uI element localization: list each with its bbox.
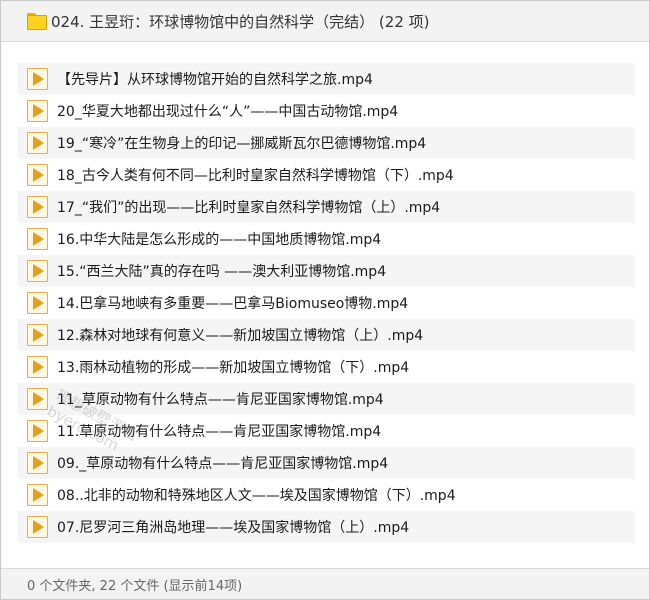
- file-name: 17_“我们”的出现——比利时皇家自然科学博物馆（上）.mp4: [57, 200, 441, 216]
- video-file-icon: [27, 228, 48, 250]
- file-name: 【先导片】从环球博物馆开始的自然科学之旅.mp4: [57, 72, 373, 88]
- file-row[interactable]: 15.“西兰大陆”真的存在吗 ——澳大利亚博物馆.mp4: [18, 255, 635, 287]
- status-bar: 0 个文件夹, 22 个文件 (显示前14项): [1, 568, 649, 599]
- file-list-window: 024. 王昱珩：环球博物馆中的自然科学（完结） (22 项) 【先导片】从环球…: [0, 0, 650, 600]
- video-file-icon: [27, 324, 48, 346]
- file-list: 【先导片】从环球博物馆开始的自然科学之旅.mp4 20_华夏大地都出现过什么“人”…: [18, 63, 635, 543]
- file-name: 20_华夏大地都出现过什么“人”——中国古动物馆.mp4: [57, 104, 399, 120]
- file-name: 14.巴拿马地峡有多重要——巴拿马Biomuseo博物.mp4: [57, 296, 409, 312]
- file-row[interactable]: 17_“我们”的出现——比利时皇家自然科学博物馆（上）.mp4: [18, 191, 635, 223]
- file-name: 16.中华大陆是怎么形成的——中国地质博物馆.mp4: [57, 232, 382, 248]
- file-name: 09._草原动物有什么特点——肯尼亚国家博物馆.mp4: [57, 456, 389, 472]
- video-file-icon: [27, 484, 48, 506]
- file-row[interactable]: 20_华夏大地都出现过什么“人”——中国古动物馆.mp4: [18, 95, 635, 127]
- file-row[interactable]: 08..北非的动物和特殊地区人文——埃及国家博物馆（下）.mp4: [18, 479, 635, 511]
- window-title: 024. 王昱珩：环球博物馆中的自然科学（完结） (22 项): [51, 12, 430, 31]
- file-row[interactable]: 11.草原动物有什么特点——肯尼亚国家博物馆.mp4: [18, 415, 635, 447]
- file-name: 07.尼罗河三角洲岛地理——埃及国家博物馆（上）.mp4: [57, 520, 410, 536]
- file-row[interactable]: 19_“寒冷”在生物身上的印记—挪威斯瓦尔巴德博物馆.mp4: [18, 127, 635, 159]
- file-row[interactable]: 14.巴拿马地峡有多重要——巴拿马Biomuseo博物.mp4: [18, 287, 635, 319]
- video-file-icon: [27, 132, 48, 154]
- file-name: 19_“寒冷”在生物身上的印记—挪威斯瓦尔巴德博物馆.mp4: [57, 136, 427, 152]
- file-row[interactable]: 13.雨林动植物的形成——新加坡国立博物馆（下）.mp4: [18, 351, 635, 383]
- folder-icon: [27, 12, 47, 30]
- file-row[interactable]: 12.森林对地球有何意义——新加坡国立博物馆（上）.mp4: [18, 319, 635, 351]
- title-bar: 024. 王昱珩：环球博物馆中的自然科学（完结） (22 项): [1, 1, 649, 42]
- file-row[interactable]: 07.尼罗河三角洲岛地理——埃及国家博物馆（上）.mp4: [18, 511, 635, 543]
- video-file-icon: [27, 260, 48, 282]
- video-file-icon: [27, 292, 48, 314]
- video-file-icon: [27, 356, 48, 378]
- file-name: 12.森林对地球有何意义——新加坡国立博物馆（上）.mp4: [57, 328, 424, 344]
- file-row[interactable]: 11_草原动物有什么特点——肯尼亚国家博物馆.mp4: [18, 383, 635, 415]
- file-row[interactable]: 【先导片】从环球博物馆开始的自然科学之旅.mp4: [18, 63, 635, 95]
- file-name: 11.草原动物有什么特点——肯尼亚国家博物馆.mp4: [57, 424, 382, 440]
- file-row[interactable]: 09._草原动物有什么特点——肯尼亚国家博物馆.mp4: [18, 447, 635, 479]
- video-file-icon: [27, 196, 48, 218]
- video-file-icon: [27, 68, 48, 90]
- video-file-icon: [27, 516, 48, 538]
- status-text: 0 个文件夹, 22 个文件 (显示前14项): [27, 578, 243, 594]
- video-file-icon: [27, 388, 48, 410]
- video-file-icon: [27, 164, 48, 186]
- video-file-icon: [27, 420, 48, 442]
- file-name: 18_古今人类有何不同—比利时皇家自然科学博物馆（下）.mp4: [57, 168, 454, 184]
- video-file-icon: [27, 100, 48, 122]
- file-name: 08..北非的动物和特殊地区人文——埃及国家博物馆（下）.mp4: [57, 488, 456, 504]
- file-row[interactable]: 16.中华大陆是怎么形成的——中国地质博物馆.mp4: [18, 223, 635, 255]
- video-file-icon: [27, 452, 48, 474]
- file-row[interactable]: 18_古今人类有何不同—比利时皇家自然科学博物馆（下）.mp4: [18, 159, 635, 191]
- file-name: 13.雨林动植物的形成——新加坡国立博物馆（下）.mp4: [57, 360, 410, 376]
- file-name: 11_草原动物有什么特点——肯尼亚国家博物馆.mp4: [57, 392, 384, 408]
- file-name: 15.“西兰大陆”真的存在吗 ——澳大利亚博物馆.mp4: [57, 264, 387, 280]
